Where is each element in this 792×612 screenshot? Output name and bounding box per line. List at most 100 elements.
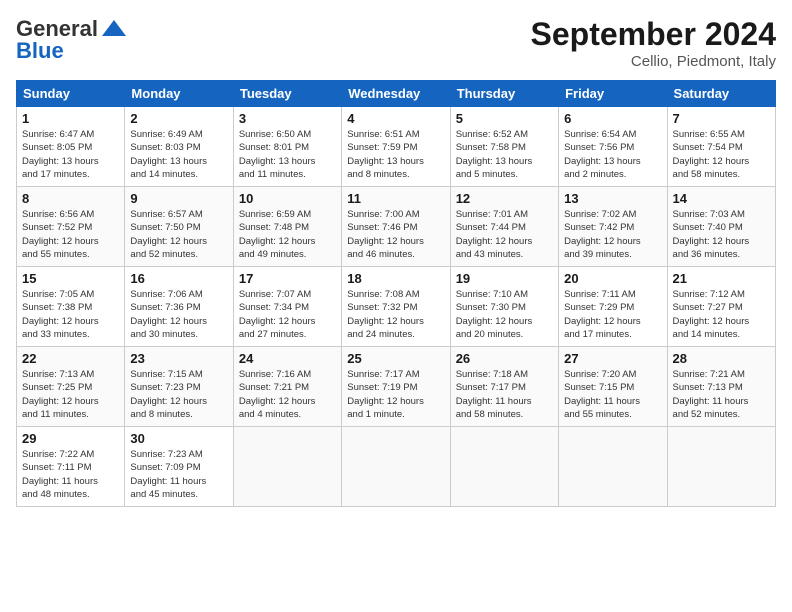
day-info: Sunrise: 7:15 AM Sunset: 7:23 PM Dayligh…: [130, 368, 227, 421]
day-info: Sunrise: 7:01 AM Sunset: 7:44 PM Dayligh…: [456, 208, 553, 261]
day-number: 19: [456, 271, 553, 286]
day-number: 20: [564, 271, 661, 286]
table-row: 6 Sunrise: 6:54 AM Sunset: 7:56 PM Daylig…: [559, 107, 667, 187]
table-row: 17 Sunrise: 7:07 AM Sunset: 7:34 PM Dayli…: [233, 267, 341, 347]
day-info: Sunrise: 7:20 AM Sunset: 7:15 PM Dayligh…: [564, 368, 661, 421]
day-number: 7: [673, 111, 770, 126]
day-number: 11: [347, 191, 444, 206]
logo-blue: Blue: [16, 38, 64, 64]
table-row: 3 Sunrise: 6:50 AM Sunset: 8:01 PM Daylig…: [233, 107, 341, 187]
table-row: 8 Sunrise: 6:56 AM Sunset: 7:52 PM Daylig…: [17, 187, 125, 267]
col-saturday: Saturday: [667, 81, 775, 107]
day-info: Sunrise: 6:54 AM Sunset: 7:56 PM Dayligh…: [564, 128, 661, 181]
day-number: 9: [130, 191, 227, 206]
day-info: Sunrise: 7:18 AM Sunset: 7:17 PM Dayligh…: [456, 368, 553, 421]
col-tuesday: Tuesday: [233, 81, 341, 107]
title-area: September 2024 Cellio, Piedmont, Italy: [531, 16, 776, 70]
day-info: Sunrise: 7:02 AM Sunset: 7:42 PM Dayligh…: [564, 208, 661, 261]
day-number: 18: [347, 271, 444, 286]
month-title: September 2024: [531, 16, 776, 53]
table-row: 2 Sunrise: 6:49 AM Sunset: 8:03 PM Daylig…: [125, 107, 233, 187]
day-number: 3: [239, 111, 336, 126]
location: Cellio, Piedmont, Italy: [531, 53, 776, 70]
table-row: [559, 427, 667, 507]
day-number: 16: [130, 271, 227, 286]
table-row: 24Sunrise: 7:16 AM Sunset: 7:21 PM Dayli…: [233, 347, 341, 427]
col-sunday: Sunday: [17, 81, 125, 107]
header: General Blue September 2024 Cellio, Pied…: [16, 16, 776, 70]
table-row: 26 Sunrise: 7:18 AM Sunset: 7:17 PM Dayli…: [450, 347, 558, 427]
col-wednesday: Wednesday: [342, 81, 450, 107]
table-row: 4Sunrise: 6:51 AM Sunset: 7:59 PM Daylig…: [342, 107, 450, 187]
day-number: 10: [239, 191, 336, 206]
table-row: 20Sunrise: 7:11 AM Sunset: 7:29 PM Dayli…: [559, 267, 667, 347]
table-row: 22Sunrise: 7:13 AM Sunset: 7:25 PM Dayli…: [17, 347, 125, 427]
table-row: 21Sunrise: 7:12 AM Sunset: 7:27 PM Dayli…: [667, 267, 775, 347]
table-row: 27 Sunrise: 7:20 AM Sunset: 7:15 PM Dayli…: [559, 347, 667, 427]
table-row: [233, 427, 341, 507]
day-number: 17: [239, 271, 336, 286]
table-row: 25 Sunrise: 7:17 AM Sunset: 7:19 PM Dayli…: [342, 347, 450, 427]
day-info: Sunrise: 7:22 AM Sunset: 7:11 PM Dayligh…: [22, 448, 119, 501]
day-info: Sunrise: 6:51 AM Sunset: 7:59 PM Dayligh…: [347, 128, 444, 181]
day-number: 29: [22, 431, 119, 446]
day-number: 15: [22, 271, 119, 286]
day-number: 2: [130, 111, 227, 126]
logo-icon: [100, 18, 128, 40]
logo: General Blue: [16, 16, 128, 64]
table-row: 1Sunrise: 6:47 AM Sunset: 8:05 PM Daylig…: [17, 107, 125, 187]
day-info: Sunrise: 6:55 AM Sunset: 7:54 PM Dayligh…: [673, 128, 770, 181]
day-number: 13: [564, 191, 661, 206]
day-number: 27: [564, 351, 661, 366]
table-row: 23 Sunrise: 7:15 AM Sunset: 7:23 PM Dayli…: [125, 347, 233, 427]
day-info: Sunrise: 6:56 AM Sunset: 7:52 PM Dayligh…: [22, 208, 119, 261]
table-row: 14 Sunrise: 7:03 AM Sunset: 7:40 PM Dayli…: [667, 187, 775, 267]
day-number: 26: [456, 351, 553, 366]
calendar-week-2: 15Sunrise: 7:05 AM Sunset: 7:38 PM Dayli…: [17, 267, 776, 347]
day-number: 5: [456, 111, 553, 126]
day-info: Sunrise: 7:17 AM Sunset: 7:19 PM Dayligh…: [347, 368, 444, 421]
day-number: 8: [22, 191, 119, 206]
day-info: Sunrise: 7:07 AM Sunset: 7:34 PM Dayligh…: [239, 288, 336, 341]
day-info: Sunrise: 7:23 AM Sunset: 7:09 PM Dayligh…: [130, 448, 227, 501]
day-number: 1: [22, 111, 119, 126]
day-number: 30: [130, 431, 227, 446]
day-number: 14: [673, 191, 770, 206]
table-row: 7 Sunrise: 6:55 AM Sunset: 7:54 PM Daylig…: [667, 107, 775, 187]
table-row: 28Sunrise: 7:21 AM Sunset: 7:13 PM Dayli…: [667, 347, 775, 427]
table-row: 13 Sunrise: 7:02 AM Sunset: 7:42 PM Dayli…: [559, 187, 667, 267]
day-info: Sunrise: 6:50 AM Sunset: 8:01 PM Dayligh…: [239, 128, 336, 181]
table-row: 16 Sunrise: 7:06 AM Sunset: 7:36 PM Dayli…: [125, 267, 233, 347]
calendar-week-4: 29 Sunrise: 7:22 AM Sunset: 7:11 PM Dayli…: [17, 427, 776, 507]
calendar-week-3: 22Sunrise: 7:13 AM Sunset: 7:25 PM Dayli…: [17, 347, 776, 427]
calendar-header-row: Sunday Monday Tuesday Wednesday Thursday…: [17, 81, 776, 107]
day-number: 12: [456, 191, 553, 206]
day-info: Sunrise: 7:00 AM Sunset: 7:46 PM Dayligh…: [347, 208, 444, 261]
day-number: 23: [130, 351, 227, 366]
table-row: 29 Sunrise: 7:22 AM Sunset: 7:11 PM Dayli…: [17, 427, 125, 507]
day-info: Sunrise: 7:13 AM Sunset: 7:25 PM Dayligh…: [22, 368, 119, 421]
calendar-table: Sunday Monday Tuesday Wednesday Thursday…: [16, 80, 776, 507]
table-row: 11 Sunrise: 7:00 AM Sunset: 7:46 PM Dayli…: [342, 187, 450, 267]
day-number: 28: [673, 351, 770, 366]
col-friday: Friday: [559, 81, 667, 107]
page: General Blue September 2024 Cellio, Pied…: [0, 0, 792, 612]
col-thursday: Thursday: [450, 81, 558, 107]
table-row: 15Sunrise: 7:05 AM Sunset: 7:38 PM Dayli…: [17, 267, 125, 347]
day-info: Sunrise: 7:03 AM Sunset: 7:40 PM Dayligh…: [673, 208, 770, 261]
table-row: 30 Sunrise: 7:23 AM Sunset: 7:09 PM Dayli…: [125, 427, 233, 507]
day-number: 6: [564, 111, 661, 126]
day-info: Sunrise: 7:06 AM Sunset: 7:36 PM Dayligh…: [130, 288, 227, 341]
table-row: 12 Sunrise: 7:01 AM Sunset: 7:44 PM Dayli…: [450, 187, 558, 267]
calendar-week-1: 8 Sunrise: 6:56 AM Sunset: 7:52 PM Daylig…: [17, 187, 776, 267]
table-row: [342, 427, 450, 507]
col-monday: Monday: [125, 81, 233, 107]
table-row: 19Sunrise: 7:10 AM Sunset: 7:30 PM Dayli…: [450, 267, 558, 347]
day-info: Sunrise: 6:49 AM Sunset: 8:03 PM Dayligh…: [130, 128, 227, 181]
day-info: Sunrise: 6:57 AM Sunset: 7:50 PM Dayligh…: [130, 208, 227, 261]
day-number: 25: [347, 351, 444, 366]
table-row: 5Sunrise: 6:52 AM Sunset: 7:58 PM Daylig…: [450, 107, 558, 187]
table-row: [450, 427, 558, 507]
table-row: 18Sunrise: 7:08 AM Sunset: 7:32 PM Dayli…: [342, 267, 450, 347]
day-number: 21: [673, 271, 770, 286]
